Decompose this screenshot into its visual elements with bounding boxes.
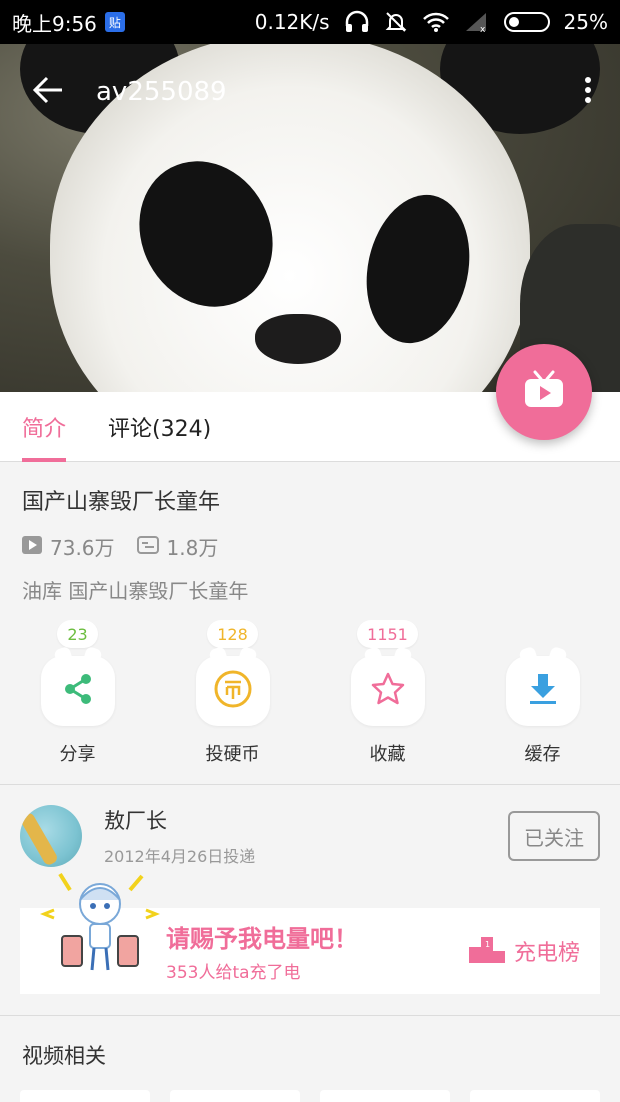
charge-title: 请赐予我电量吧！ xyxy=(166,925,358,953)
charge-subtitle: 353人给ta充了电 xyxy=(166,963,301,983)
download-action[interactable]: 缓存 xyxy=(465,620,620,784)
video-description: 油库 国产山寨毁厂长童年 xyxy=(22,579,249,603)
download-button[interactable] xyxy=(505,656,580,726)
charge-rank-button[interactable]: 1 充电榜 xyxy=(468,933,580,969)
charge-rank-label: 充电榜 xyxy=(513,941,580,966)
uploader-meta: 敖厂长 2012年4月26日投递 xyxy=(104,805,255,867)
headphones-icon xyxy=(344,10,370,34)
favorite-action[interactable]: 1151 收藏 xyxy=(310,620,465,784)
coin-count: 128 xyxy=(207,620,258,648)
more-menu-button[interactable] xyxy=(556,44,620,140)
back-button[interactable] xyxy=(0,44,96,140)
tv-icon xyxy=(523,370,565,414)
coin-action[interactable]: 128 投硬币 xyxy=(155,620,310,784)
share-button[interactable] xyxy=(40,656,115,726)
danmaku-icon xyxy=(136,535,159,559)
video-av-id: av255089 xyxy=(96,77,227,107)
signal-icon: x xyxy=(464,11,490,33)
uploader-name[interactable]: 敖厂长 xyxy=(104,805,255,835)
related-list xyxy=(20,1090,600,1102)
arrow-left-icon xyxy=(32,75,64,109)
danmaku-count-value: 1.8万 xyxy=(166,536,219,560)
avatar[interactable] xyxy=(20,805,82,867)
related-card[interactable] xyxy=(470,1090,600,1102)
related-card[interactable] xyxy=(320,1090,450,1102)
coin-label: 投硬币 xyxy=(205,744,260,765)
charge-text: 请赐予我电量吧！ 353人给ta充了电 xyxy=(166,919,358,983)
more-vertical-icon xyxy=(584,76,592,108)
divider xyxy=(0,784,620,785)
tab-comments[interactable]: 评论(324) xyxy=(108,392,211,461)
download-label: 缓存 xyxy=(524,744,561,765)
related-card[interactable] xyxy=(20,1090,150,1102)
follow-button[interactable]: 已关注 xyxy=(508,811,600,861)
play-video-button[interactable] xyxy=(496,344,592,440)
svg-text:x: x xyxy=(480,25,486,33)
play-count: 73.6万 xyxy=(22,532,115,561)
related-card[interactable] xyxy=(170,1090,300,1102)
battery-icon xyxy=(503,12,550,32)
wifi-icon xyxy=(422,11,450,33)
play-count-value: 73.6万 xyxy=(50,536,115,560)
divider xyxy=(0,1015,620,1016)
charge-banner[interactable]: 请赐予我电量吧！ 353人给ta充了电 1 充电榜 xyxy=(20,872,600,994)
share-icon xyxy=(60,671,96,711)
upload-date: 2012年4月26日投递 xyxy=(104,847,256,866)
favorite-label: 收藏 xyxy=(369,744,406,765)
coin-icon xyxy=(213,669,253,713)
status-bar: 晚上9:56 贴 0.12K/s x 25% xyxy=(0,0,620,44)
action-row: 23 分享 128 投硬币 1151 收藏 缓存 xyxy=(0,620,620,784)
notification-badge-icon: 贴 xyxy=(104,12,125,32)
favorite-count: 1151 xyxy=(357,620,418,648)
network-speed: 0.12K/s xyxy=(254,10,330,34)
battery-level: 25% xyxy=(563,10,608,34)
silent-bell-icon xyxy=(384,10,408,34)
download-icon xyxy=(527,672,559,710)
star-icon xyxy=(370,671,406,711)
svg-text:1: 1 xyxy=(485,940,490,949)
top-bar: av255089 xyxy=(0,44,620,140)
coin-button[interactable] xyxy=(195,656,270,726)
status-time: 晚上9:56 xyxy=(12,11,97,36)
share-action[interactable]: 23 分享 xyxy=(0,620,155,784)
favorite-button[interactable] xyxy=(350,656,425,726)
video-title: 国产山寨毁厂长童年 xyxy=(22,490,221,515)
video-stats: 73.6万 1.8万 xyxy=(22,532,598,561)
mascot-image xyxy=(39,870,161,980)
podium-icon: 1 xyxy=(468,933,506,969)
video-info: 国产山寨毁厂长童年 73.6万 1.8万 油库 国产山寨毁厂长童年 xyxy=(0,462,620,604)
play-count-icon xyxy=(22,535,42,559)
danmaku-count: 1.8万 xyxy=(136,532,219,561)
tab-intro[interactable]: 简介 xyxy=(22,392,67,462)
related-section-title: 视频相关 xyxy=(22,1044,106,1068)
share-label: 分享 xyxy=(59,744,96,765)
share-count: 23 xyxy=(57,620,98,648)
